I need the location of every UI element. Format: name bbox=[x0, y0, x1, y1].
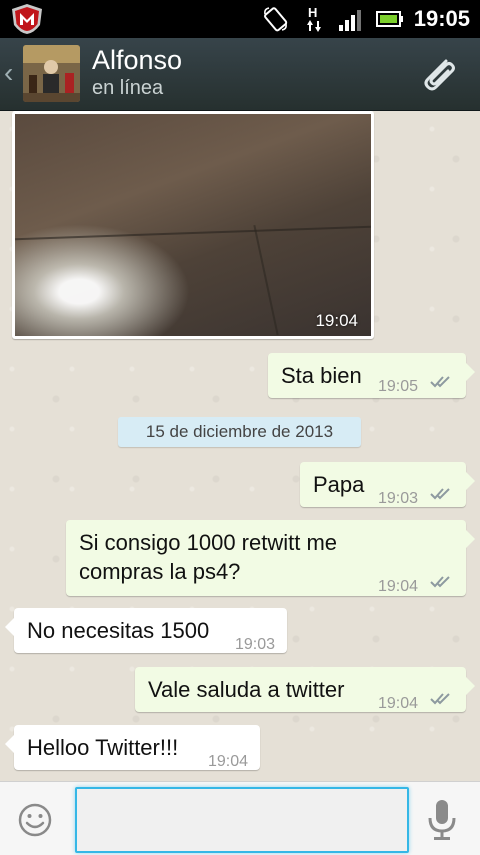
chat-area[interactable]: 19:04 Sta bien 19:05 15 de diciembre de … bbox=[0, 111, 480, 781]
message-text-line-2: compras la ps4? bbox=[79, 559, 241, 584]
avatar[interactable] bbox=[23, 45, 80, 102]
message-time: 19:05 bbox=[378, 378, 419, 395]
double-check-icon bbox=[430, 693, 450, 705]
contact-status: en línea bbox=[92, 77, 164, 99]
double-check-icon bbox=[430, 488, 450, 500]
double-check-icon bbox=[430, 576, 450, 588]
input-bar bbox=[0, 781, 480, 855]
message-time: 19:04 bbox=[378, 578, 419, 595]
message-text: Vale saluda a twitter bbox=[148, 677, 345, 702]
double-check-icon bbox=[430, 376, 450, 388]
mcafee-shield-icon bbox=[12, 4, 42, 34]
chat-header: ‹ Alfonso en línea bbox=[0, 38, 480, 111]
message-time: 19:04 bbox=[315, 311, 358, 330]
incoming-message[interactable]: Helloo Twitter!!! 19:04 bbox=[5, 725, 260, 770]
outgoing-message[interactable]: Vale saluda a twitter 19:04 bbox=[135, 667, 475, 712]
message-text: Sta bien bbox=[281, 363, 362, 388]
battery-icon bbox=[376, 11, 403, 27]
image-message[interactable]: 19:04 bbox=[12, 111, 374, 339]
message-input[interactable] bbox=[75, 787, 409, 853]
outgoing-message[interactable]: Papa 19:03 bbox=[300, 462, 475, 507]
microphone-icon[interactable] bbox=[426, 798, 458, 842]
message-time: 19:03 bbox=[235, 636, 276, 653]
paperclip-icon[interactable] bbox=[416, 53, 460, 97]
data-arrows-icon bbox=[307, 20, 321, 32]
date-separator: 15 de diciembre de 2013 bbox=[118, 417, 361, 447]
avatar-photo bbox=[23, 45, 80, 102]
incoming-message[interactable]: No necesitas 1500 19:03 bbox=[5, 608, 287, 653]
outgoing-message[interactable]: Sta bien 19:05 bbox=[268, 353, 475, 398]
contact-name[interactable]: Alfonso bbox=[92, 45, 182, 76]
message-text: Helloo Twitter!!! bbox=[27, 735, 179, 760]
message-text: Papa bbox=[313, 472, 365, 497]
message-time: 19:04 bbox=[378, 695, 419, 712]
network-type-label: H bbox=[308, 5, 318, 20]
back-chevron-icon[interactable]: ‹ bbox=[4, 58, 18, 88]
signal-strength-icon bbox=[339, 10, 361, 31]
status-clock: 19:05 bbox=[413, 6, 470, 31]
message-time: 19:04 bbox=[208, 753, 249, 770]
message-text-line-1: Si consigo 1000 retwitt me bbox=[79, 530, 338, 555]
status-bar: H 19:05 bbox=[0, 0, 480, 38]
message-text: No necesitas 1500 bbox=[27, 618, 210, 643]
message-time: 19:03 bbox=[378, 490, 419, 507]
network-type-icon: H bbox=[306, 5, 322, 33]
emoji-icon[interactable] bbox=[17, 802, 53, 838]
outgoing-message[interactable]: Si consigo 1000 retwitt me compras la ps… bbox=[66, 520, 475, 596]
screen-rotation-icon bbox=[264, 7, 288, 32]
message-image[interactable] bbox=[15, 114, 371, 336]
